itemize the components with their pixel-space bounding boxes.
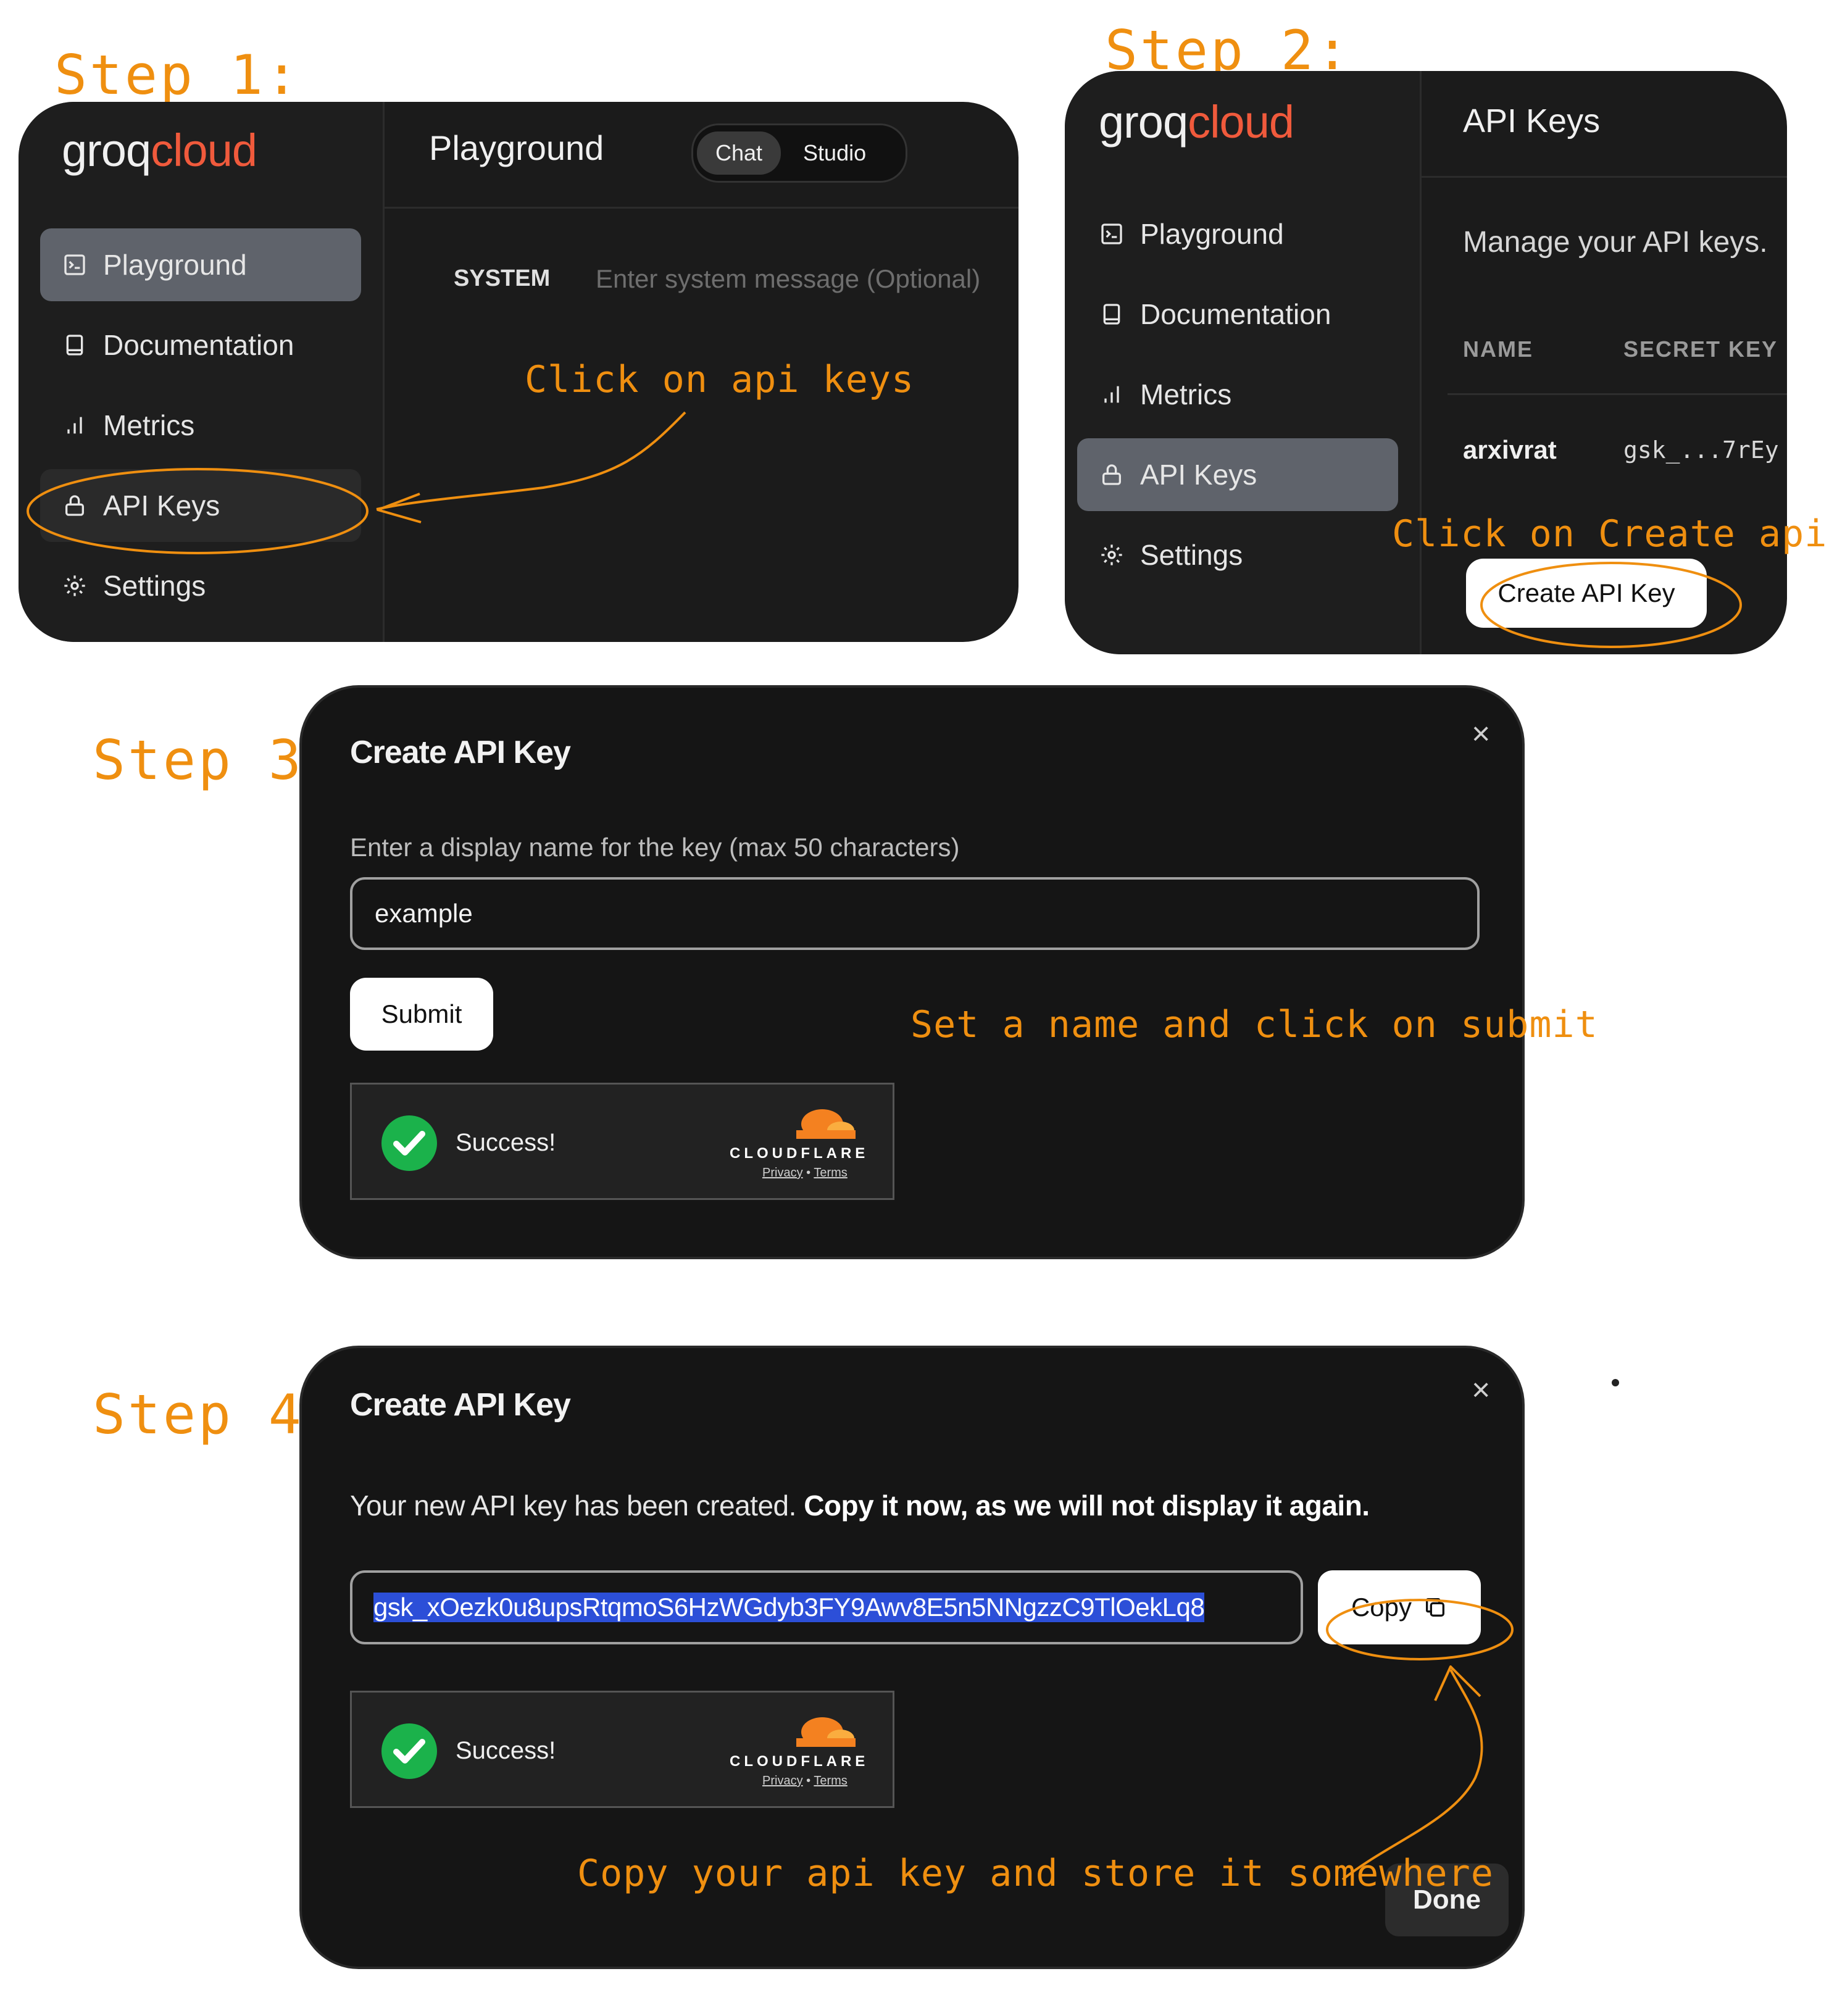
stray-dot [1612, 1379, 1619, 1386]
annotation-overlay [27, 411, 1742, 1881]
arrow-api-keys [376, 411, 686, 510]
highlight-ellipse-copy [1326, 1599, 1514, 1660]
highlight-ellipse-create-key [1480, 562, 1742, 648]
arrow-copy [1341, 1669, 1483, 1881]
highlight-ellipse-api-keys [27, 468, 369, 554]
arrowhead-api-keys [377, 493, 422, 523]
